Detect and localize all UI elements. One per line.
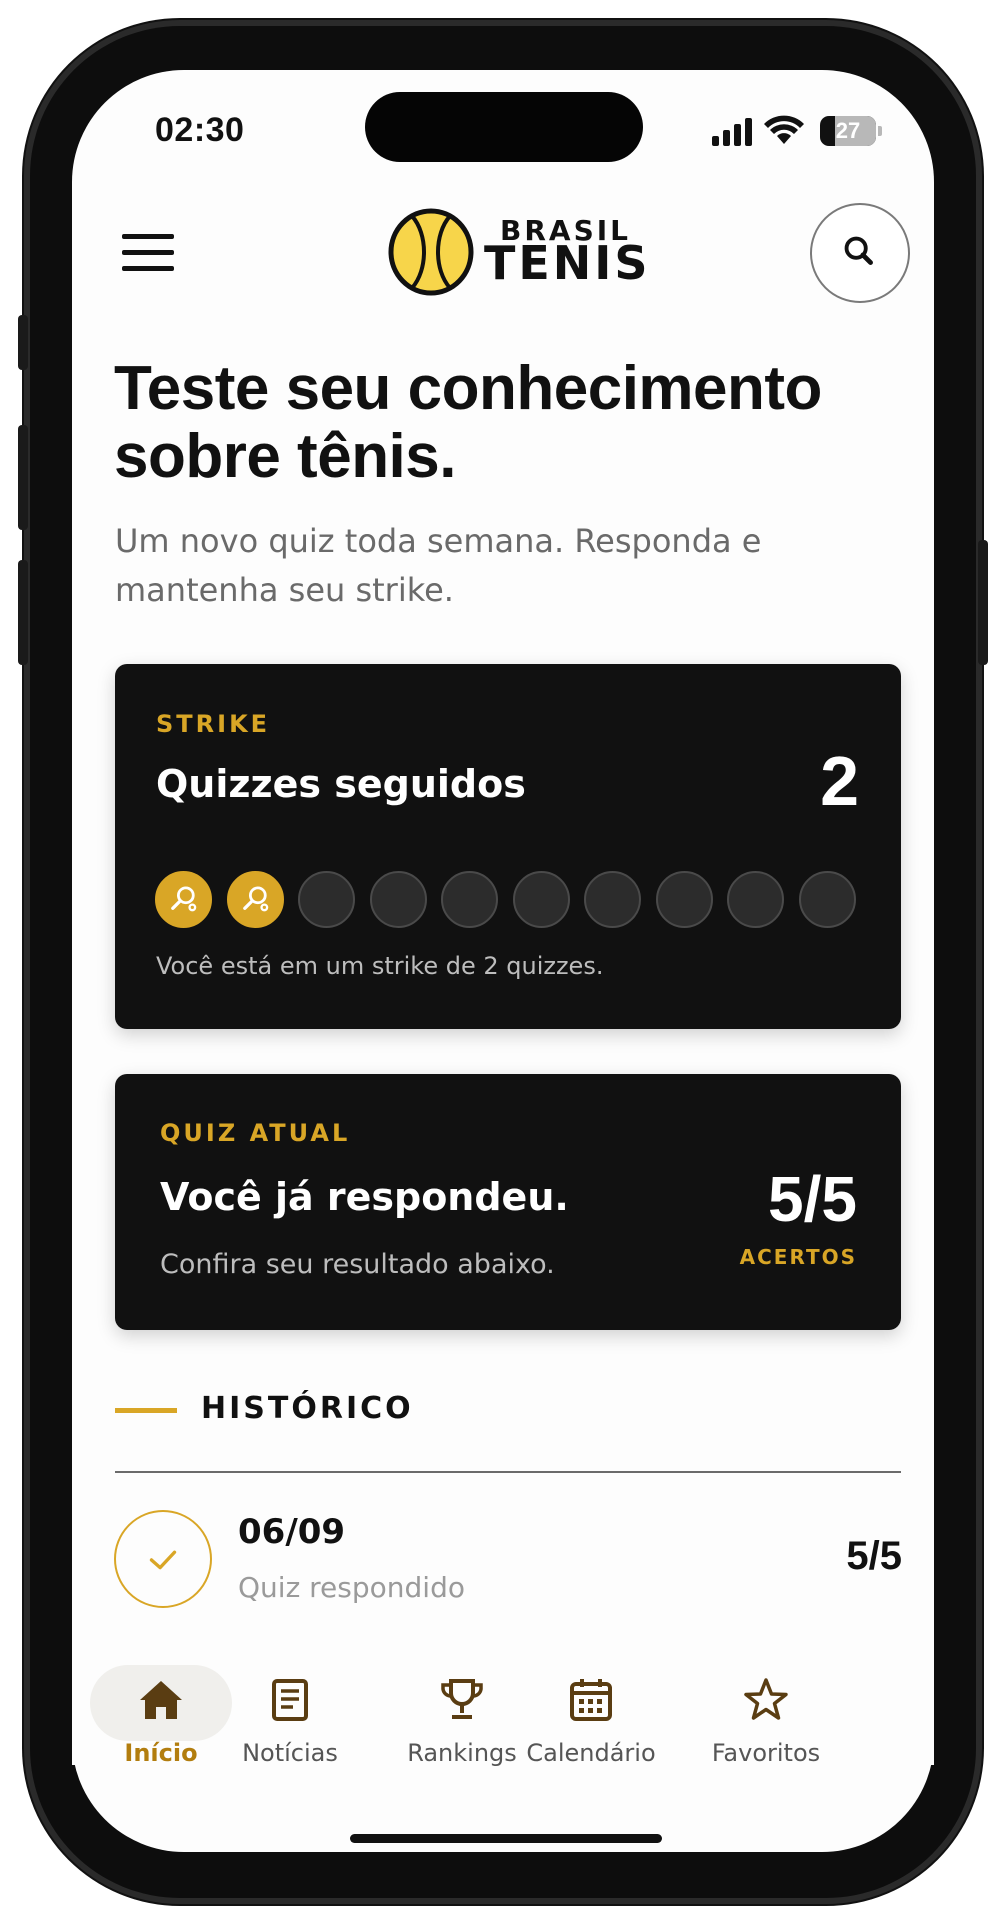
nav-label-favoritos: Favoritos xyxy=(711,1739,821,1767)
history-item-score: 5/5 xyxy=(846,1534,902,1578)
page-title-line-2: sobre tênis. xyxy=(114,422,457,491)
strike-dot-empty xyxy=(727,871,784,928)
quiz-score: 5/5 xyxy=(768,1163,857,1235)
dynamic-island xyxy=(365,92,643,162)
battery-icon: 27 xyxy=(820,116,876,146)
check-icon xyxy=(149,1550,177,1570)
bottom-nav: Início Notícias Rankings Calendário Favo… xyxy=(72,1645,934,1767)
news-icon xyxy=(272,1679,308,1721)
strike-dot-empty xyxy=(298,871,355,928)
logo-text-tenis: TENIS xyxy=(484,236,651,290)
star-icon xyxy=(744,1678,788,1720)
strike-count: 2 xyxy=(820,742,859,820)
quiz-title: Você já respondeu. xyxy=(160,1175,569,1219)
volume-down-button xyxy=(18,560,28,665)
tennis-racket-icon xyxy=(242,886,268,912)
search-button[interactable] xyxy=(810,203,910,303)
volume-up-button xyxy=(18,425,28,530)
nav-label-noticias: Notícias xyxy=(242,1739,338,1767)
home-icon xyxy=(140,1681,182,1719)
trophy-icon xyxy=(441,1679,483,1719)
status-icons: 27 xyxy=(712,112,882,152)
brand-logo[interactable]: BRASIL TENIS xyxy=(388,208,648,296)
nav-item-noticias[interactable]: Notícias xyxy=(200,1645,380,1767)
nav-item-favoritos[interactable]: Favoritos xyxy=(676,1645,856,1767)
strike-dot-empty xyxy=(512,871,570,928)
status-time: 02:30 xyxy=(155,111,245,149)
strike-progress xyxy=(155,871,856,929)
nav-label-calendario: Calendário xyxy=(526,1739,656,1767)
menu-button[interactable] xyxy=(122,234,174,272)
nav-item-calendario[interactable]: Calendário xyxy=(491,1645,691,1767)
history-accent-bar xyxy=(115,1408,177,1413)
quiz-note: Confira seu resultado abaixo. xyxy=(160,1249,555,1280)
home-indicator[interactable] xyxy=(350,1834,662,1843)
current-quiz-card[interactable]: QUIZ ATUAL Você já respondeu. Confira se… xyxy=(115,1074,901,1330)
strike-dot-empty xyxy=(369,871,427,928)
history-item-status: Quiz respondido xyxy=(238,1571,465,1604)
battery-cap xyxy=(878,126,882,136)
search-icon xyxy=(844,236,873,265)
strike-dot-empty xyxy=(798,871,856,928)
calendar-icon xyxy=(570,1679,612,1721)
page-subtitle-line-1: Um novo quiz toda semana. Responda e xyxy=(115,522,762,560)
strike-label: STRIKE xyxy=(156,710,271,738)
page-subtitle-line-2: mantenha seu strike. xyxy=(115,571,454,609)
page-title: Teste seu conhecimento sobre tênis. xyxy=(114,355,914,491)
strike-card: STRIKE Quizzes seguidos 2 Você está em u… xyxy=(115,664,901,1029)
battery-level: 27 xyxy=(835,118,861,143)
history-divider xyxy=(115,1471,901,1473)
wifi-icon xyxy=(764,115,804,144)
strike-note: Você está em um strike de 2 quizzes. xyxy=(156,952,604,980)
strike-dot-filled xyxy=(226,871,284,928)
page-title-line-1: Teste seu conhecimento xyxy=(114,354,822,423)
menu-icon xyxy=(122,234,174,239)
quiz-label: QUIZ ATUAL xyxy=(160,1119,351,1147)
action-button xyxy=(18,315,28,370)
strike-title: Quizzes seguidos xyxy=(156,762,526,806)
page-subtitle: Um novo quiz toda semana. Responda e man… xyxy=(115,517,915,615)
tennis-racket-icon xyxy=(171,886,197,912)
tennis-ball-icon xyxy=(388,208,474,296)
strike-dot-empty xyxy=(584,871,641,928)
power-button xyxy=(978,540,988,665)
strike-dot-filled xyxy=(155,871,212,928)
history-status-badge xyxy=(114,1510,212,1608)
cellular-signal-icon xyxy=(712,116,756,146)
history-title: HISTÓRICO xyxy=(201,1391,414,1426)
quiz-score-label: ACERTOS xyxy=(739,1245,857,1269)
strike-dot-empty xyxy=(655,871,713,928)
history-item-date: 06/09 xyxy=(238,1512,346,1552)
strike-dot-empty xyxy=(441,871,498,928)
